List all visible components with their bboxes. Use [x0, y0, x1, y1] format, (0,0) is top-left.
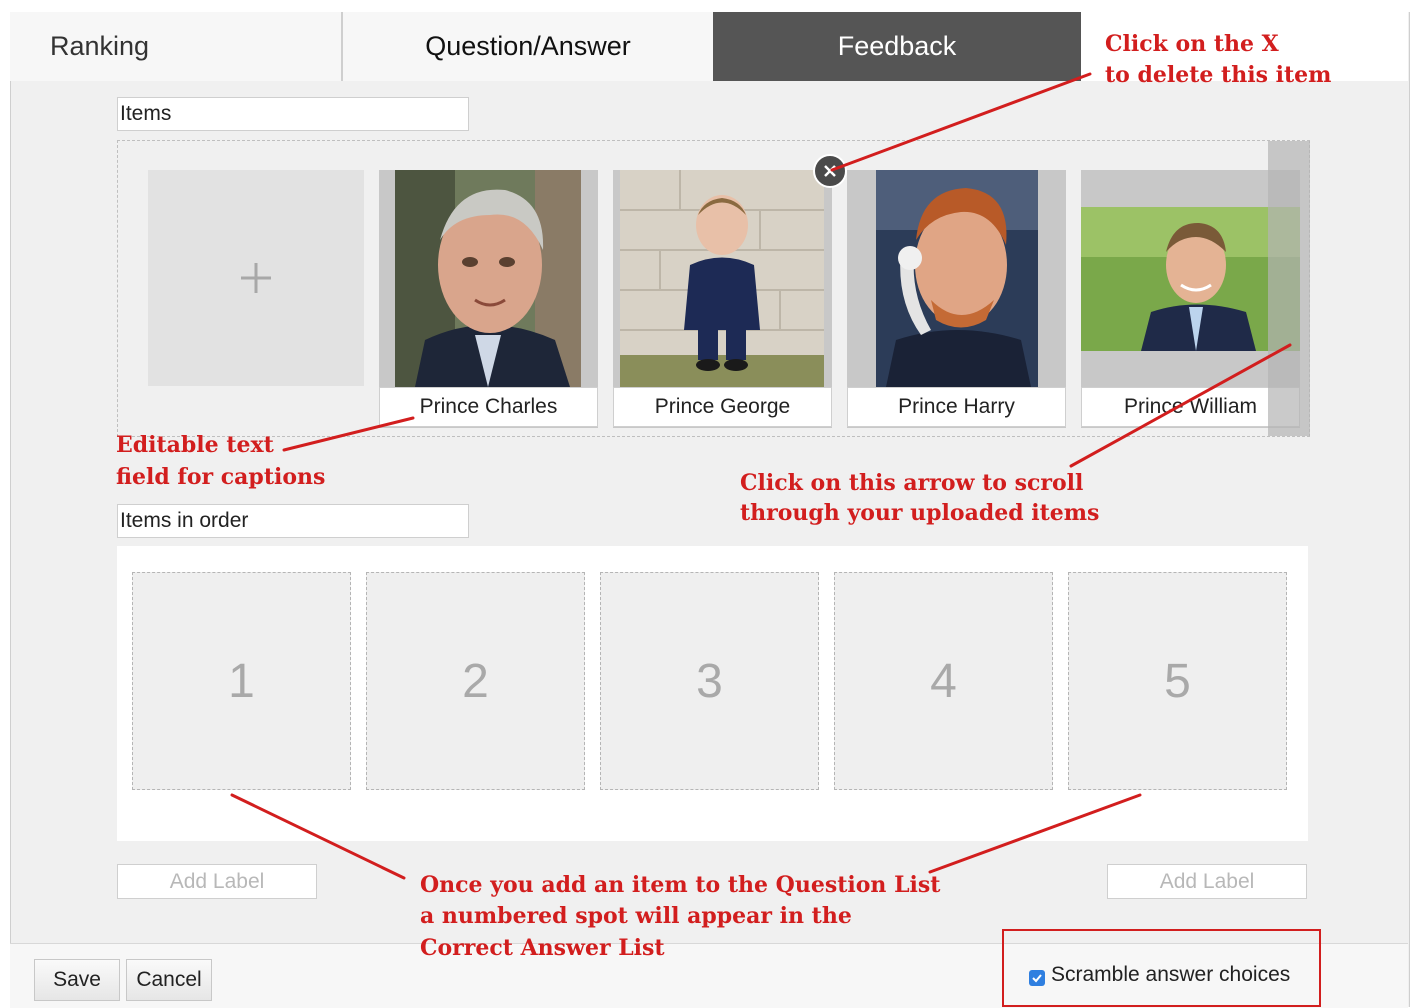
- annotation-delete-line-1: Click on the X: [1105, 31, 1279, 57]
- annotation-numbered-line-3: Correct Answer List: [420, 935, 665, 961]
- annotation-delete-line-2: to delete this item: [1105, 62, 1332, 88]
- annotation-scroll-line-1: Click on this arrow to scroll: [740, 470, 1084, 496]
- annotation-numbered-line-1: Once you add an item to the Question Lis…: [420, 872, 941, 898]
- annotation-scroll-line-2: through your uploaded items: [740, 500, 1100, 526]
- annotation-captions-line-2: field for captions: [116, 464, 326, 490]
- annotation-arrows: [230, 72, 1292, 880]
- annotation-captions-line-1: Editable text: [116, 432, 274, 458]
- annotation-numbered-line-2: a numbered spot will appear in the: [420, 903, 852, 929]
